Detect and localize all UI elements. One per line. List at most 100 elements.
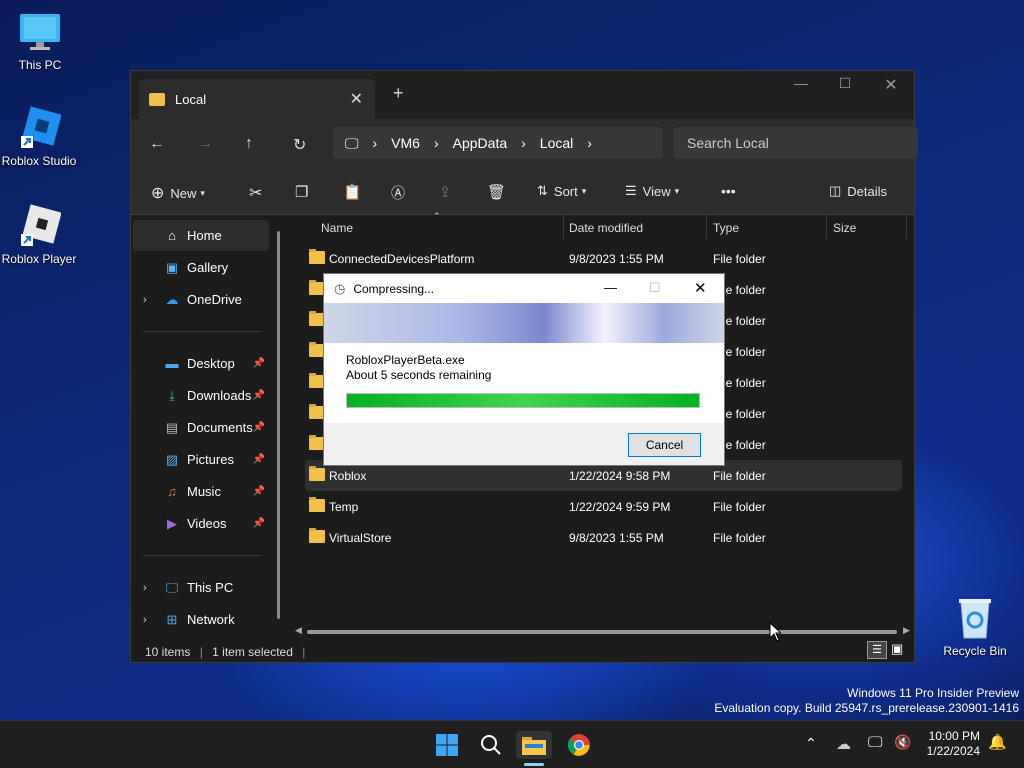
desktop-icon-label: Recycle Bin [943, 644, 1007, 658]
chevron-right-icon[interactable]: › [143, 614, 147, 626]
pin-icon: 📌 [252, 454, 265, 465]
selection-count: 1 item selected [212, 645, 293, 659]
desktop-icon: ▬ [165, 356, 179, 371]
download-icon: ⤓ [169, 387, 175, 403]
monitor-icon [18, 10, 62, 54]
forward-icon[interactable]: → [197, 135, 213, 153]
start-button[interactable] [433, 731, 461, 759]
close-window-button[interactable]: ✕ [871, 75, 911, 95]
status-bar: 10 items | 1 item selected | [145, 645, 311, 659]
close-tab-icon[interactable]: ✕ [350, 89, 363, 109]
show-hidden-icons-icon[interactable]: ⌃ [805, 735, 817, 752]
chrome-taskbar-button[interactable] [565, 731, 593, 759]
minimize-button[interactable]: — [604, 280, 617, 295]
cancel-button[interactable]: Cancel [628, 433, 701, 457]
tiles-view-icon[interactable]: ▣ [891, 641, 903, 657]
column-name[interactable]: Name [321, 221, 353, 235]
maximize-button[interactable]: ☐ [649, 280, 661, 296]
close-button[interactable]: ✕ [694, 279, 707, 297]
new-button[interactable]: ⊕ New ▾ [151, 183, 205, 203]
sidebar-item-documents[interactable]: ▤ Documents 📌 [133, 412, 269, 443]
sidebar-item-label: Home [187, 228, 222, 243]
sort-label: Sort [553, 183, 578, 199]
breadcrumb-appdata[interactable]: AppData [453, 135, 507, 151]
up-icon[interactable]: ↑ [245, 135, 253, 153]
table-row[interactable]: VirtualStore 9/8/2023 1:55 PM File folder [305, 522, 902, 553]
column-size[interactable]: Size [833, 221, 856, 235]
breadcrumb-local[interactable]: Local [540, 135, 573, 151]
scroll-right-icon[interactable]: ▶ [903, 625, 910, 636]
sidebar-item-gallery[interactable]: ▣ Gallery [133, 252, 269, 283]
sidebar-item-music[interactable]: ♫ Music 📌 [133, 476, 269, 507]
sidebar-item-desktop[interactable]: ▬ Desktop 📌 [133, 348, 269, 379]
dialog-body: RobloxPlayerBeta.exe About 5 seconds rem… [324, 343, 724, 423]
divider: | [302, 645, 306, 659]
paste-icon[interactable]: 📋 [343, 183, 362, 201]
horizontal-scrollbar[interactable] [307, 630, 897, 634]
share-icon[interactable]: ⇪ [439, 183, 452, 201]
sidebar-item-this-pc[interactable]: › 🖵 This PC [133, 572, 269, 603]
chevron-right-icon[interactable]: › [143, 294, 147, 306]
new-tab-button[interactable]: + [393, 83, 404, 104]
copy-icon[interactable]: ❐ [295, 183, 308, 201]
sidebar-item-onedrive[interactable]: › ☁ OneDrive [133, 284, 269, 315]
column-date-modified[interactable]: Date modified [569, 221, 643, 235]
volume-muted-icon[interactable]: 🔇 [894, 734, 911, 751]
breadcrumb[interactable]: 🖵 › VM6 › AppData › Local › [333, 127, 663, 159]
chevron-right-icon: › [372, 135, 378, 151]
chevron-right-icon[interactable]: › [143, 582, 147, 594]
view-label: View [642, 183, 671, 199]
details-view-icon[interactable]: ☰ [867, 641, 887, 659]
network-icon[interactable]: 🖵 [868, 734, 882, 751]
chevron-right-icon: › [433, 135, 439, 151]
desktop-icon-roblox-studio[interactable]: Roblox Studio [0, 106, 79, 168]
row-name: VirtualStore [329, 531, 392, 545]
rename-icon[interactable]: Ⓐ [391, 183, 405, 203]
view-button[interactable]: ☰ View ▾ [625, 183, 679, 199]
pictures-icon: ▨ [165, 451, 179, 467]
breadcrumb-vm6[interactable]: VM6 [391, 135, 420, 151]
refresh-icon[interactable]: ↻ [293, 135, 306, 155]
folder-icon [522, 737, 546, 755]
divider: | [199, 645, 203, 659]
column-type[interactable]: Type [713, 221, 739, 235]
sidebar-scrollbar[interactable] [277, 231, 280, 619]
scroll-left-icon[interactable]: ◀ [295, 625, 302, 636]
more-options-button[interactable]: ••• [721, 183, 736, 199]
search-input[interactable]: Search Local [673, 127, 918, 159]
column-divider[interactable] [826, 215, 827, 239]
document-icon: ▤ [165, 419, 179, 435]
item-count: 10 items [145, 645, 191, 659]
table-row[interactable]: Temp 1/22/2024 9:59 PM File folder [305, 491, 902, 522]
column-divider[interactable] [706, 215, 707, 239]
table-row[interactable]: ConnectedDevicesPlatform 9/8/2023 1:55 PM… [305, 243, 902, 274]
minimize-button[interactable]: — [781, 75, 821, 91]
evaluation-watermark: Windows 11 Pro Insider Preview Evaluatio… [714, 686, 1019, 716]
details-button[interactable]: ◫ Details [829, 183, 887, 199]
desktop-icon-roblox-player[interactable]: Roblox Player [0, 204, 79, 266]
cut-icon[interactable]: ✂ [249, 183, 262, 203]
clock[interactable]: 10:00 PM 1/22/2024 [922, 729, 980, 759]
sidebar-item-videos[interactable]: ▶ Videos 📌 [133, 508, 269, 539]
column-divider[interactable] [563, 215, 564, 239]
desktop-icon-recycle-bin[interactable]: Recycle Bin [935, 596, 1015, 658]
search-icon [481, 735, 501, 755]
desktop-icon-this-pc[interactable]: This PC [0, 10, 80, 72]
sidebar-item-network[interactable]: › ⊞ Network [133, 604, 269, 635]
onedrive-offline-icon[interactable]: ☁ [836, 735, 851, 753]
sidebar-item-pictures[interactable]: ▨ Pictures 📌 [133, 444, 269, 475]
sidebar-item-label: Pictures [187, 452, 234, 467]
file-explorer-taskbar-button[interactable] [516, 731, 552, 759]
sidebar-item-downloads[interactable]: ⤓ Downloads 📌 [133, 380, 269, 411]
maximize-button[interactable]: ☐ [825, 75, 865, 92]
notification-bell-icon[interactable]: 🔔 [988, 733, 1007, 751]
search-button[interactable] [477, 731, 505, 759]
back-icon[interactable]: ← [149, 135, 165, 153]
sidebar-item-home[interactable]: ⌂ Home [133, 220, 269, 251]
delete-icon[interactable]: 🗑 [487, 183, 506, 201]
sort-button[interactable]: ⇅ Sort ▾ [537, 183, 586, 199]
tab-local[interactable]: Local ✕ [139, 79, 375, 119]
clock-time: 10:00 PM [928, 729, 980, 743]
details-label: Details [847, 183, 888, 199]
column-divider[interactable] [906, 215, 907, 239]
